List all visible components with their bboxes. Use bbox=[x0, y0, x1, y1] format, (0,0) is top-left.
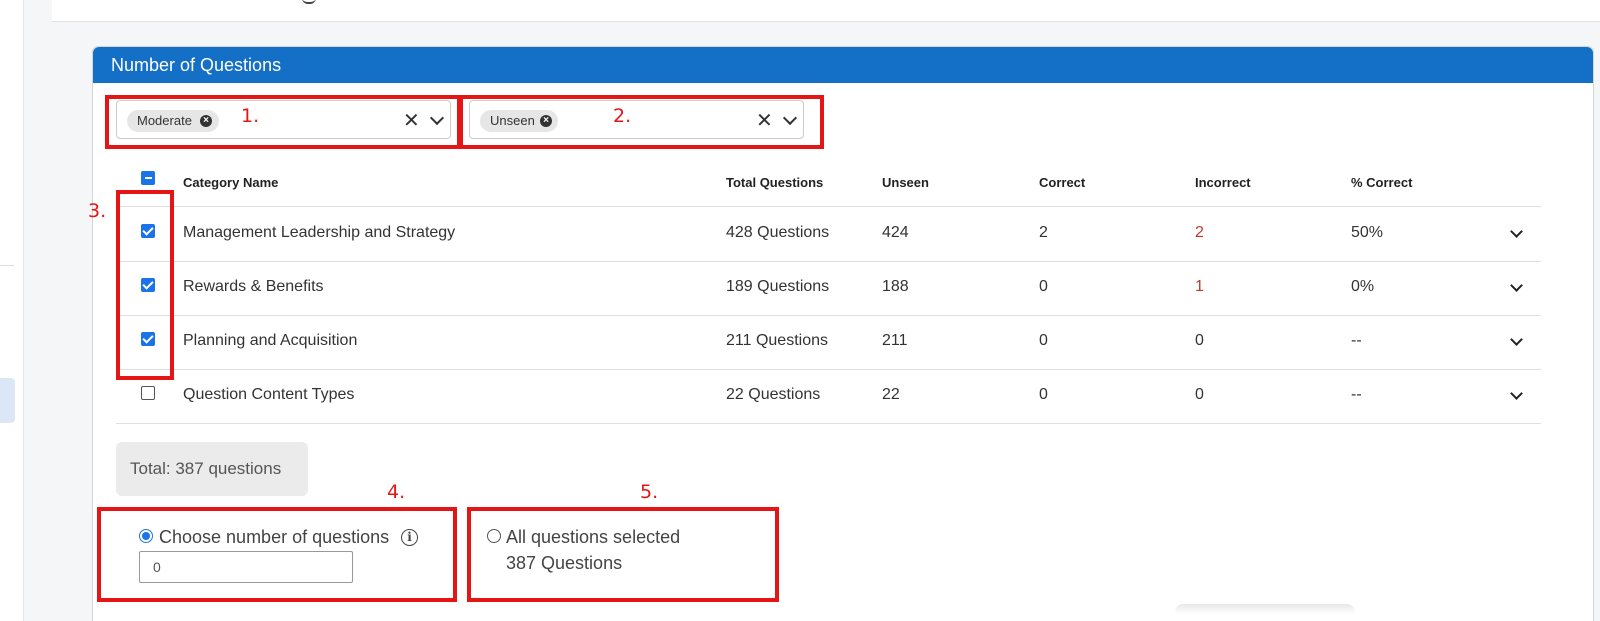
expand-row-icon[interactable] bbox=[1510, 387, 1523, 400]
col-header-correct: Correct bbox=[1039, 175, 1086, 190]
info-icon[interactable]: i bbox=[401, 529, 418, 546]
col-header-total: Total Questions bbox=[726, 175, 824, 190]
total-summary: Total: 387 questions bbox=[116, 442, 308, 496]
category-name: Rewards & Benefits bbox=[183, 278, 324, 295]
incorrect-count: 1 bbox=[1195, 278, 1204, 295]
correct-count: 2 bbox=[1039, 224, 1048, 241]
rail-divider bbox=[0, 265, 14, 266]
annotation-box-2 bbox=[459, 95, 824, 149]
pct-correct: 50% bbox=[1351, 224, 1384, 241]
correct-count: 0 bbox=[1039, 332, 1048, 349]
expand-row-icon[interactable] bbox=[1510, 225, 1523, 238]
category-name: Question Content Types bbox=[183, 386, 355, 403]
expand-row-icon[interactable] bbox=[1510, 279, 1523, 292]
row-checkbox[interactable] bbox=[141, 386, 155, 400]
category-name: Planning and Acquisition bbox=[183, 332, 358, 349]
unseen-count: 424 bbox=[882, 224, 909, 241]
col-header-pct-correct: % Correct bbox=[1351, 175, 1413, 190]
annotation-label-1: 1. bbox=[241, 105, 260, 127]
select-all-checkbox[interactable] bbox=[141, 171, 155, 185]
total-questions: 189 Questions bbox=[726, 278, 830, 295]
pct-correct: -- bbox=[1351, 332, 1362, 349]
annotation-label-3: 3. bbox=[88, 200, 107, 222]
title-fragment bbox=[302, 0, 316, 4]
top-bar bbox=[52, 0, 1600, 22]
total-questions: 428 Questions bbox=[726, 224, 830, 241]
row-divider bbox=[116, 206, 1541, 207]
incorrect-count: 0 bbox=[1195, 332, 1204, 349]
all-questions-radio[interactable] bbox=[487, 529, 501, 543]
pct-correct: -- bbox=[1351, 386, 1362, 403]
all-questions-count: 387 Questions bbox=[506, 553, 623, 573]
choose-number-label[interactable]: Choose number of questions bbox=[159, 527, 389, 548]
questions-panel: Number of Questions Moderate × ✕ 1. Unse… bbox=[92, 46, 1594, 621]
panel-title: Number of Questions bbox=[93, 47, 1593, 83]
row-divider bbox=[116, 369, 1541, 370]
pct-correct: 0% bbox=[1351, 278, 1375, 295]
row-divider bbox=[116, 423, 1541, 424]
unseen-count: 22 bbox=[882, 386, 900, 403]
col-header-incorrect: Incorrect bbox=[1195, 175, 1251, 190]
total-questions: 22 Questions bbox=[726, 386, 821, 403]
unseen-count: 188 bbox=[882, 278, 909, 295]
row-divider bbox=[116, 315, 1541, 316]
annotation-label-2: 2. bbox=[613, 105, 632, 127]
left-rail bbox=[0, 0, 24, 621]
expand-row-icon[interactable] bbox=[1510, 333, 1523, 346]
annotation-box-3 bbox=[116, 190, 174, 380]
all-questions-label[interactable]: All questions selected bbox=[506, 527, 680, 548]
rail-active-item[interactable] bbox=[0, 378, 15, 423]
col-header-category: Category Name bbox=[183, 175, 279, 190]
row-divider bbox=[116, 261, 1541, 262]
col-header-unseen: Unseen bbox=[882, 175, 929, 190]
total-questions: 211 Questions bbox=[726, 332, 828, 349]
floating-footer-edge bbox=[1175, 604, 1355, 614]
choose-number-radio[interactable] bbox=[139, 529, 153, 543]
incorrect-count: 0 bbox=[1195, 386, 1204, 403]
unseen-count: 211 bbox=[882, 332, 908, 349]
correct-count: 0 bbox=[1039, 278, 1048, 295]
annotation-label-5: 5. bbox=[640, 481, 659, 503]
category-name: Management Leadership and Strategy bbox=[183, 224, 456, 241]
annotation-label-4: 4. bbox=[387, 481, 406, 503]
annotation-box-1 bbox=[105, 95, 461, 149]
incorrect-count: 2 bbox=[1195, 224, 1204, 241]
question-count-input[interactable] bbox=[139, 551, 353, 583]
correct-count: 0 bbox=[1039, 386, 1048, 403]
